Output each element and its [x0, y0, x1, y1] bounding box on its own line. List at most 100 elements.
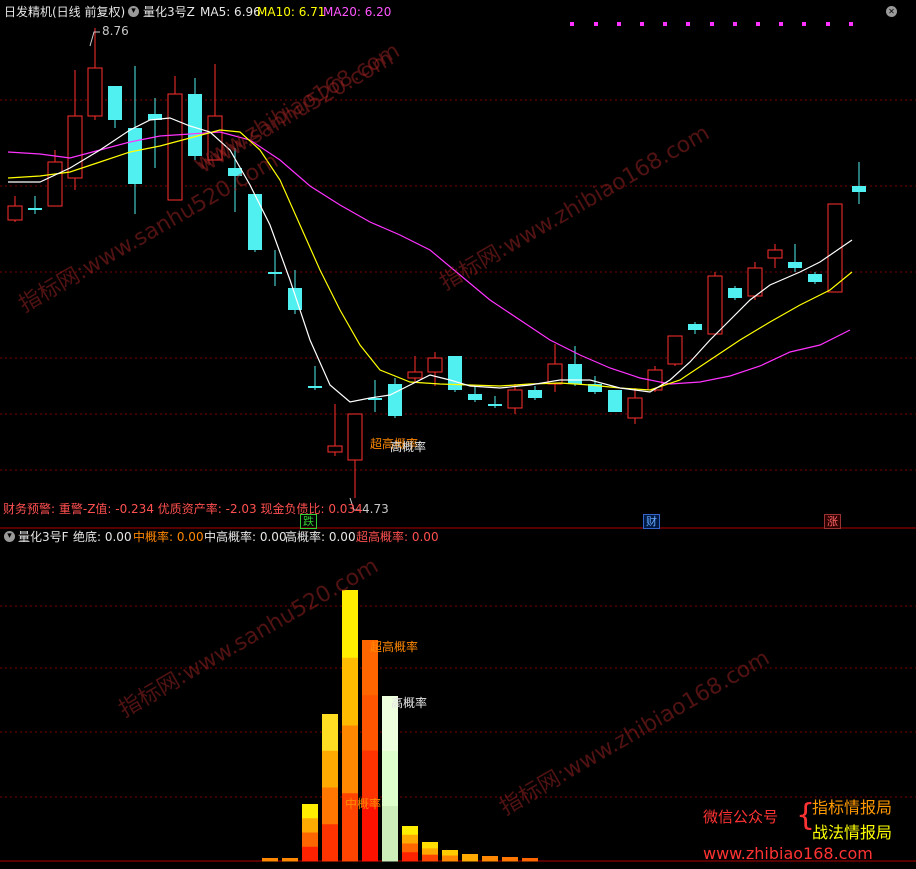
candle-body [568, 364, 582, 384]
probability-bars [262, 590, 538, 862]
candle-body [347, 413, 363, 461]
candle-body [288, 288, 302, 310]
probability-bar-segment [362, 805, 378, 862]
stock-title: 日发精机(日线 前复权) [4, 5, 126, 19]
probability-bar-segment [442, 850, 458, 856]
candle-body [808, 274, 822, 282]
probability-bar-segment [522, 858, 538, 862]
probability-bar-segment [302, 846, 318, 862]
candlesticks [7, 28, 866, 498]
probability-bar-segment [262, 858, 278, 862]
signal-dot [826, 22, 830, 26]
probability-bar-segment [402, 834, 418, 844]
brand-wechat: 微信公众号 [703, 808, 779, 826]
candle-body [707, 275, 723, 335]
probability-bar-segment [322, 750, 338, 788]
candle-body [427, 357, 443, 373]
high-price-label: 8.76 [102, 24, 129, 38]
sub-chao-label: 超高概率 [370, 640, 419, 654]
probability-bar-segment [442, 855, 458, 862]
close-icon[interactable]: ✕ [886, 6, 897, 17]
marker-die: 跌 [300, 514, 317, 529]
probability-bar-segment [322, 714, 338, 752]
ma20-label: MA20: 6.20 [323, 5, 392, 19]
probability-bar-segment [382, 806, 398, 862]
probability-bar-segment [302, 804, 318, 819]
candle-body [47, 161, 63, 207]
candle-body [728, 288, 742, 298]
candle-body [608, 390, 622, 412]
signal-dot [686, 22, 690, 26]
candle-body [327, 445, 343, 453]
candle-body [407, 371, 423, 379]
ma5-label: MA5: 6.96 [200, 5, 261, 19]
main-gao-label: 高概率 [390, 440, 427, 454]
probability-bar-segment [302, 832, 318, 848]
probability-bar-segment [502, 857, 518, 862]
probability-bar-segment [402, 826, 418, 836]
signal-dot [756, 22, 760, 26]
candle-body [667, 335, 683, 365]
candle-body [528, 390, 542, 398]
signal-dot [617, 22, 621, 26]
zhong-gailv-value: 中概率: 0.00 [133, 530, 204, 544]
candle-body [688, 324, 702, 330]
probability-bar-segment [402, 852, 418, 862]
signal-dot [594, 22, 598, 26]
probability-bar-segment [422, 848, 438, 856]
candle-body [128, 128, 142, 184]
sub-zhong-label: 中概率 [345, 797, 382, 811]
chart-canvas [0, 28, 916, 862]
signal-dot [733, 22, 737, 26]
probability-bar-segment [482, 856, 498, 862]
candle-body [308, 386, 322, 388]
signal-dot [802, 22, 806, 26]
probability-bar-segment [342, 657, 358, 726]
probability-bar-segment [382, 751, 398, 807]
candle-body [268, 272, 282, 274]
candle-body [388, 384, 402, 416]
signal-dot [779, 22, 783, 26]
probability-bar-segment [422, 854, 438, 862]
low-price-label: 4.73 [362, 502, 389, 516]
candle-body [488, 404, 502, 406]
candle-body [7, 205, 23, 221]
brand-line1: 指标情报局 [812, 798, 893, 817]
probability-bar-segment [362, 695, 378, 751]
candle-body [188, 94, 202, 156]
candle-body [852, 186, 866, 192]
candle-body [108, 86, 122, 120]
probability-bar-segment [402, 843, 418, 853]
candle-body [468, 394, 482, 400]
marker-zhang: 涨 [824, 514, 841, 529]
main-indicator-name[interactable]: 量化3号Z [143, 5, 195, 19]
probability-bar-segment [342, 590, 358, 659]
candle-body [167, 93, 183, 201]
juedi-value: 绝底: 0.00 [73, 530, 132, 544]
candle-body [248, 194, 262, 250]
candle-body [767, 249, 783, 259]
probability-bar-segment [322, 787, 338, 825]
brand-site: www.zhibiao168.com [703, 844, 873, 863]
signal-dot [570, 22, 574, 26]
chaogao-value: 超高概率: 0.00 [356, 530, 439, 544]
signal-dot [710, 22, 714, 26]
indicator-menu-icon[interactable]: ▾ [128, 6, 139, 17]
probability-bar-segment [282, 858, 298, 862]
signal-dot [663, 22, 667, 26]
signal-dot [640, 22, 644, 26]
probability-bar-segment [322, 824, 338, 862]
sub-indicator-menu-icon[interactable]: ▾ [4, 531, 15, 542]
probability-bar-segment [462, 854, 478, 862]
candle-body [747, 267, 763, 297]
probability-bar-segment [302, 818, 318, 833]
ma10-label: MA10: 6.71 [257, 5, 326, 19]
probability-bar-segment [342, 725, 358, 794]
candle-body [87, 67, 103, 117]
probability-bar-segment [422, 842, 438, 849]
sub-indicator-name[interactable]: 量化3号F [18, 530, 69, 544]
gao-gailv-value: 高概率: 0.00 [285, 530, 356, 544]
zhonggao-value: 中高概率: 0.00 [204, 530, 287, 544]
brand-line2: 战法情报局 [812, 823, 893, 842]
signal-dot [849, 22, 853, 26]
